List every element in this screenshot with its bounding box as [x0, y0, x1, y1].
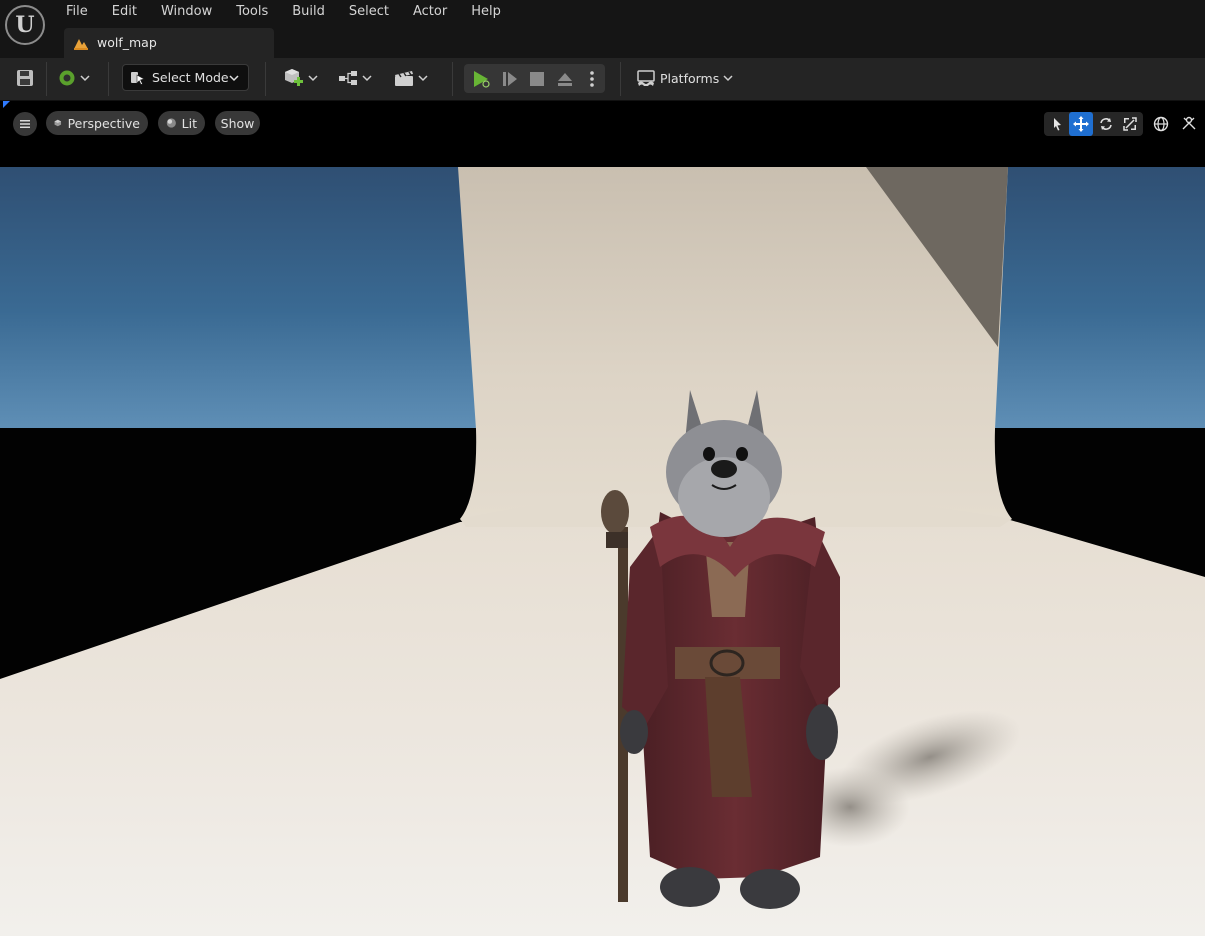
menu-help[interactable]: Help	[459, 0, 513, 24]
translate-tool-button[interactable]	[1069, 112, 1093, 136]
play-options-button[interactable]	[582, 65, 602, 93]
eject-icon	[558, 73, 572, 86]
menu-edit[interactable]: Edit	[100, 0, 149, 24]
menu-file[interactable]: File	[54, 0, 100, 24]
play-icon	[474, 71, 490, 88]
play-controls	[464, 64, 605, 93]
select-mode-label: Select Mode	[152, 70, 229, 85]
toolbar-separator	[46, 62, 47, 96]
move-icon	[1073, 116, 1089, 132]
select-mode-dropdown[interactable]: Select Mode	[122, 64, 249, 91]
rotate-tool-button[interactable]	[1094, 112, 1118, 136]
surface-snapping-button[interactable]	[1177, 112, 1201, 136]
unreal-logo-icon[interactable]: U	[5, 5, 45, 45]
surface-snap-icon	[1182, 116, 1196, 130]
scene-render[interactable]	[0, 167, 1205, 936]
transform-tools	[1044, 112, 1143, 136]
title-bar: U File Edit Window Tools Build Select Ac…	[0, 0, 1205, 58]
cursor-icon	[1054, 118, 1061, 131]
main-toolbar: Select Mode Platforms	[0, 58, 1205, 101]
save-icon	[17, 70, 33, 86]
toolbar-separator	[265, 62, 266, 96]
advance-frame-icon	[503, 72, 517, 86]
chevron-down-icon	[362, 73, 372, 83]
lit-label: Lit	[181, 115, 197, 131]
add-actor-button[interactable]	[281, 64, 319, 92]
chevron-down-icon	[723, 73, 733, 83]
level-icon	[74, 39, 88, 50]
menu-tools[interactable]: Tools	[224, 0, 280, 24]
stop-button[interactable]	[524, 65, 550, 93]
level-tab[interactable]: wolf_map	[64, 28, 274, 58]
sphere-icon	[166, 118, 176, 128]
viewport-focus-marker	[3, 101, 10, 108]
level-tab-label: wolf_map	[97, 35, 157, 50]
menu-build[interactable]: Build	[280, 0, 337, 24]
stop-icon	[530, 72, 544, 86]
level-viewport[interactable]: Perspective Lit Show	[0, 101, 1205, 936]
show-dropdown[interactable]: Show	[215, 111, 260, 135]
blueprints-button[interactable]	[336, 64, 374, 92]
select-tool-button[interactable]	[1045, 112, 1069, 136]
add-actor-icon	[285, 69, 303, 86]
chevron-down-icon	[308, 73, 318, 83]
platforms-label: Platforms	[660, 70, 720, 86]
source-control-button[interactable]	[55, 64, 93, 92]
platforms-icon	[637, 70, 655, 86]
toolbar-separator	[620, 62, 621, 96]
platforms-button[interactable]: Platforms	[636, 66, 733, 90]
kebab-icon	[590, 71, 594, 87]
chevron-down-icon	[229, 73, 239, 83]
chevron-down-icon	[80, 73, 90, 83]
scale-tool-button[interactable]	[1118, 112, 1142, 136]
cinematics-icon	[395, 71, 413, 86]
viewport-toolbar: Perspective Lit Show	[0, 101, 1205, 145]
menu-window[interactable]: Window	[149, 0, 224, 24]
hamburger-icon	[20, 120, 30, 128]
save-button[interactable]	[13, 64, 37, 92]
eject-button[interactable]	[552, 65, 578, 93]
source-control-icon	[59, 70, 75, 86]
cinematics-button[interactable]	[392, 64, 430, 92]
viewport-options-button[interactable]	[13, 112, 37, 136]
select-mode-icon	[131, 72, 145, 85]
chevron-down-icon	[418, 73, 428, 83]
toolbar-separator	[108, 62, 109, 96]
advance-frame-button[interactable]	[497, 65, 523, 93]
lit-dropdown[interactable]: Lit	[158, 111, 205, 135]
main-menu: File Edit Window Tools Build Select Acto…	[54, 0, 513, 24]
play-button[interactable]	[468, 65, 494, 93]
coordinate-system-button[interactable]	[1149, 112, 1173, 136]
rotate-icon	[1100, 118, 1112, 130]
perspective-dropdown[interactable]: Perspective	[46, 111, 148, 135]
menu-actor[interactable]: Actor	[401, 0, 459, 24]
globe-icon	[1153, 116, 1169, 132]
show-label: Show	[220, 115, 255, 131]
blueprint-icon	[339, 71, 357, 85]
perspective-label: Perspective	[67, 115, 140, 131]
scale-icon	[1123, 117, 1137, 131]
toolbar-separator	[452, 62, 453, 96]
cube-icon	[54, 119, 62, 127]
menu-select[interactable]: Select	[337, 0, 401, 24]
